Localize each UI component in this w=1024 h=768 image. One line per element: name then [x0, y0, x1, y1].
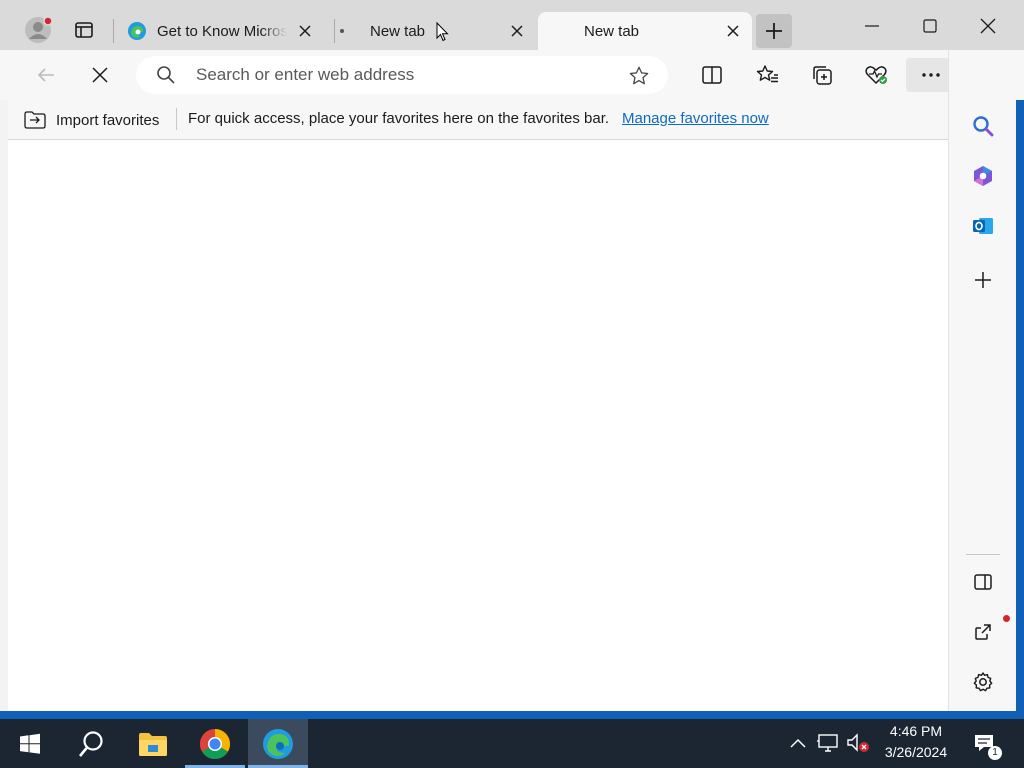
hide-sidebar-icon: [974, 574, 992, 590]
profile-button[interactable]: [20, 12, 56, 48]
edge-icon: [263, 728, 293, 759]
stop-icon: [92, 67, 108, 83]
manage-favorites-link[interactable]: Manage favorites now: [622, 110, 769, 127]
favorites-separator: [176, 108, 177, 130]
favorites-button[interactable]: [750, 58, 786, 92]
page-content[interactable]: [8, 140, 948, 711]
file-explorer-button[interactable]: [123, 719, 183, 768]
tab-title: New tab: [370, 22, 426, 40]
close-icon: [511, 25, 523, 37]
more-icon: [922, 73, 940, 77]
chrome-icon: [199, 728, 231, 759]
notification-dot: [1003, 615, 1010, 622]
tab-title: Get to Know Micros: [157, 22, 287, 40]
stop-loading-button[interactable]: [82, 58, 118, 92]
close-icon: [727, 25, 739, 37]
chevron-up-icon: [790, 738, 806, 748]
hide-sidebar-button[interactable]: [965, 564, 1001, 600]
volume-muted-icon: [847, 733, 869, 752]
sidebar-search-icon: [973, 116, 994, 137]
address-input[interactable]: [196, 65, 596, 85]
collections-icon: [813, 66, 832, 85]
favorites-bar: Import favorites For quick access, place…: [8, 100, 948, 140]
favorites-icon: [756, 65, 778, 83]
browser-essentials-button[interactable]: [858, 58, 894, 92]
network-button[interactable]: [816, 731, 840, 755]
toolbar: [0, 50, 1024, 100]
volume-button[interactable]: [846, 731, 870, 755]
sidebar-add-button[interactable]: [965, 262, 1001, 298]
external-link-icon: [975, 624, 991, 640]
tab-actions-icon: [75, 22, 93, 38]
edge-sidebar: [948, 50, 1016, 711]
sidebar-separator: [966, 554, 1000, 555]
browser-window: Get to Know Micros New tab New tab Searc…: [0, 0, 1024, 711]
new-tab-icon: [766, 23, 782, 39]
taskbar: 4:46 PM 3/26/2024 1: [0, 719, 1024, 768]
open-in-window-button[interactable]: [965, 614, 1001, 650]
new-tab-button[interactable]: [756, 14, 792, 48]
sidebar-office-button[interactable]: [965, 158, 1001, 194]
window-close-button[interactable]: [960, 4, 1016, 48]
file-explorer-icon: [139, 732, 167, 756]
sidebar-settings-button[interactable]: [965, 664, 1001, 700]
sidebar-outlook-button[interactable]: [965, 208, 1001, 244]
tab-strip: Get to Know Micros New tab New tab: [0, 0, 1024, 50]
close-icon: [980, 18, 996, 34]
tab-separator: [113, 19, 114, 43]
address-bar[interactable]: [136, 56, 668, 94]
edge-taskbar-button[interactable]: [248, 719, 308, 768]
minimize-icon: [865, 25, 879, 27]
office-icon: [974, 166, 992, 186]
maximize-button[interactable]: [902, 4, 958, 48]
minimize-button[interactable]: [844, 4, 900, 48]
edge-icon: [128, 22, 146, 40]
tab-close-button[interactable]: [724, 22, 742, 40]
favorite-star-icon[interactable]: [628, 65, 650, 87]
tab-close-button[interactable]: [508, 22, 526, 40]
import-favorites-label: Import favorites: [56, 111, 160, 129]
browser-essentials-icon: [865, 66, 887, 84]
taskbar-search-button[interactable]: [61, 719, 121, 768]
show-hidden-icons-button[interactable]: [786, 731, 810, 755]
import-favorites-button[interactable]: Import favorites: [24, 106, 159, 134]
clock-time: 4:46 PM: [889, 723, 943, 739]
chrome-button[interactable]: [185, 719, 245, 768]
import-favorites-icon: [24, 111, 46, 129]
collections-button[interactable]: [804, 58, 840, 92]
mouse-cursor-icon: [436, 22, 449, 42]
settings-icon: [973, 672, 993, 692]
split-screen-icon: [702, 66, 722, 84]
tab-actions-button[interactable]: [66, 12, 102, 48]
windows-start-icon: [20, 733, 40, 754]
search-icon: [157, 66, 175, 84]
back-icon: [37, 68, 54, 82]
favorites-bar-message: For quick access, place your favorites h…: [188, 110, 610, 127]
clock-date: 3/26/2024: [884, 744, 948, 760]
outlook-icon: [973, 218, 993, 234]
tab-close-button[interactable]: [296, 22, 314, 40]
loading-dot: [340, 29, 344, 33]
system-clock[interactable]: 4:46 PM 3/26/2024: [874, 721, 958, 763]
network-icon: [817, 734, 838, 752]
add-icon: [975, 272, 991, 288]
tab-get-to-know[interactable]: Get to Know Micros: [122, 12, 334, 50]
split-screen-button[interactable]: [694, 58, 730, 92]
tab-title: New tab: [584, 22, 640, 40]
back-button[interactable]: [28, 58, 64, 92]
maximize-icon: [923, 19, 937, 33]
close-icon: [299, 25, 311, 37]
start-button[interactable]: [0, 719, 60, 768]
tab-new-tab-active[interactable]: New tab: [538, 12, 752, 50]
tab-new-tab-1[interactable]: New tab: [334, 12, 536, 50]
sidebar-search-button[interactable]: [965, 108, 1001, 144]
profile-icon: [25, 16, 53, 43]
taskbar-search-icon: [78, 730, 103, 757]
notification-count-badge: 1: [988, 746, 1002, 760]
